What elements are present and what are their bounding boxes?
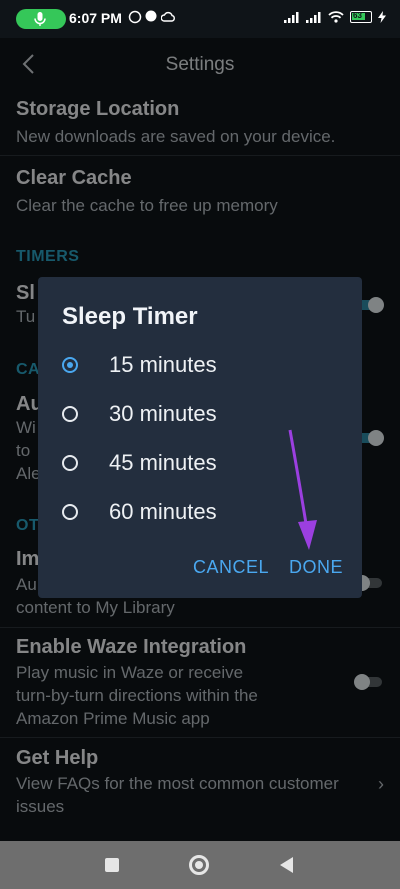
radio-selected-icon[interactable] xyxy=(62,357,78,373)
system-nav-bar xyxy=(0,841,400,889)
option-label: 60 minutes xyxy=(109,499,217,524)
done-button[interactable]: DONE xyxy=(289,557,343,578)
option-label: 15 minutes xyxy=(109,352,217,377)
status-time: 6:07 PM xyxy=(69,10,122,26)
radio-icon[interactable] xyxy=(62,504,78,520)
status-bar: 6:07 PM 63 xyxy=(0,0,400,38)
mic-icon xyxy=(34,12,46,26)
option-15-minutes[interactable]: 15 minutes xyxy=(62,345,342,385)
mic-indicator xyxy=(16,9,66,29)
battery-icon: 63 xyxy=(350,11,372,23)
option-label: 30 minutes xyxy=(109,401,217,426)
notification-dot-icon xyxy=(145,10,157,22)
radio-icon[interactable] xyxy=(62,406,78,422)
nav-back-icon[interactable] xyxy=(280,857,293,873)
cancel-button[interactable]: CANCEL xyxy=(193,557,269,578)
signal-icon-2 xyxy=(306,11,321,23)
signal-icon xyxy=(284,11,299,23)
option-label: 45 minutes xyxy=(109,450,217,475)
recents-icon[interactable] xyxy=(105,858,119,872)
home-icon[interactable] xyxy=(189,855,209,875)
charging-icon xyxy=(378,11,386,23)
dialog-title: Sleep Timer xyxy=(62,303,198,330)
wifi-icon xyxy=(328,11,344,23)
whatsapp-icon xyxy=(128,10,142,24)
cloud-icon xyxy=(161,11,175,22)
battery-level: 63 xyxy=(353,11,362,20)
annotation-arrow-icon xyxy=(288,429,317,550)
radio-icon[interactable] xyxy=(62,455,78,471)
